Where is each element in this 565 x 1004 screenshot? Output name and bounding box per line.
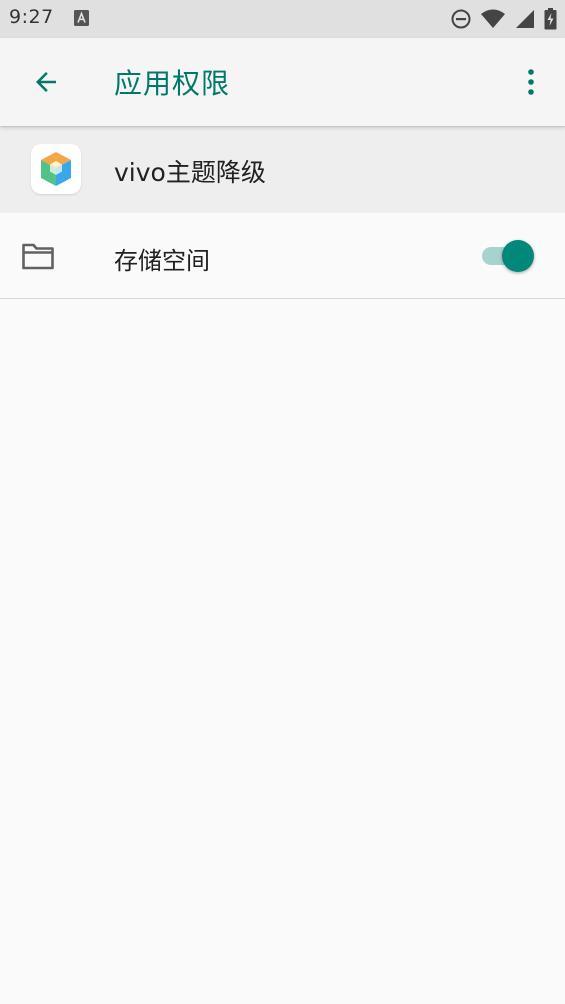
do-not-disturb-icon — [451, 9, 471, 29]
app-header: vivo主题降级 — [0, 126, 565, 213]
storage-permission-switch[interactable] — [482, 238, 536, 274]
status-bar: 9:27 — [0, 0, 565, 38]
page-title: 应用权限 — [114, 67, 231, 100]
divider — [0, 298, 565, 299]
back-button[interactable] — [24, 60, 68, 104]
more-vert-icon — [528, 69, 534, 95]
wifi-icon — [481, 9, 505, 28]
signal-icon — [516, 10, 534, 28]
arrow-back-icon — [36, 72, 56, 92]
permission-row-storage[interactable]: 存储空间 — [0, 213, 565, 298]
status-time: 9:27 — [9, 6, 54, 28]
cube-app-icon — [41, 152, 71, 186]
app-bar: 应用权限 — [0, 38, 565, 126]
folder-icon — [22, 243, 54, 270]
battery-charging-icon — [544, 8, 557, 30]
switch-thumb — [502, 240, 534, 272]
permission-label: 存储空间 — [114, 247, 210, 275]
app-icon — [31, 144, 81, 194]
app-name: vivo主题降级 — [114, 158, 266, 187]
more-options-button[interactable] — [513, 60, 549, 104]
status-icons — [450, 8, 557, 30]
notification-a-icon — [74, 10, 89, 26]
